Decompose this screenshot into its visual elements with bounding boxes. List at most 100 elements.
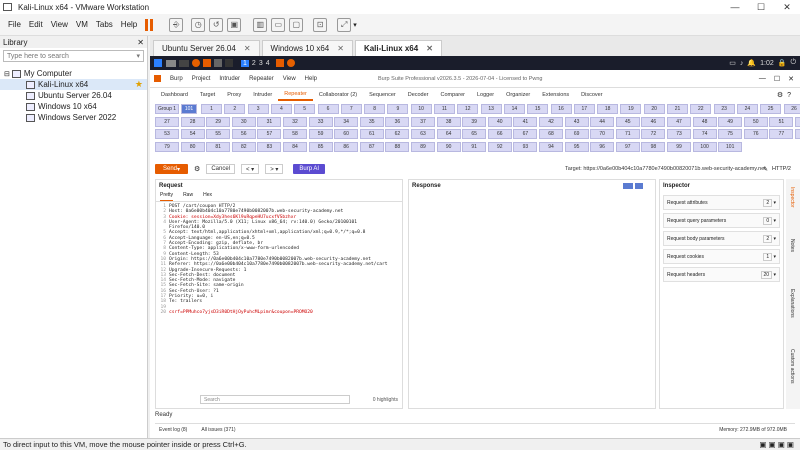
event-log-link[interactable]: Event log (8) [159,427,187,433]
repeater-tab-83[interactable]: 83 [257,141,282,152]
workspace-3[interactable]: 3 [259,60,263,67]
burp-menu-view[interactable]: View [283,76,296,82]
tab-target[interactable]: Target [194,89,221,101]
http-version[interactable]: HTTP/2 [772,166,791,172]
workspace-4[interactable]: 4 [266,60,270,67]
repeater-tab-51[interactable]: 51 [769,116,794,127]
repeater-tab-37[interactable]: 37 [411,116,435,127]
send-ctrl-alt-del-icon[interactable]: ⎆ [169,17,184,32]
repeater-tab-47[interactable]: 47 [667,116,691,127]
burp-menu-help[interactable]: Help [305,76,317,82]
pause-icon[interactable] [145,18,149,31]
repeater-tab-13[interactable]: 13 [480,104,502,114]
repeater-tab-89[interactable]: 89 [411,141,435,152]
repeater-tab-15[interactable]: 15 [527,104,549,114]
stretch-icon[interactable]: ⤢ [337,17,352,32]
tab-sequencer[interactable]: Sequencer [363,89,402,101]
vm-tab-kali[interactable]: Kali-Linux x64 ✕ [354,40,442,56]
tree-node-win10[interactable]: Windows 10 x64 [0,101,147,112]
minimize-button[interactable]: — [722,2,748,12]
repeater-tab-62[interactable]: 62 [385,129,410,139]
chevron-down-icon[interactable]: ▾ [772,218,776,224]
repeater-tab-66[interactable]: 66 [487,129,512,139]
repeater-tab-67[interactable]: 67 [513,129,538,139]
repeater-tab-34[interactable]: 34 [334,116,359,127]
repeater-tab-7[interactable]: 7 [340,104,362,114]
layout-toggle-icon[interactable] [635,183,643,189]
repeater-tab-44[interactable]: 44 [590,116,615,127]
repeater-tab-48[interactable]: 48 [692,116,717,127]
burp-menu-burp[interactable]: Burp [170,76,183,82]
repeater-tab-26[interactable]: 26 [783,104,800,114]
repeater-tab-85[interactable]: 85 [308,141,333,152]
subtab-pretty[interactable]: Pretty [160,192,174,201]
repeater-tab-22[interactable]: 22 [690,104,712,114]
tree-node-my-computer[interactable]: ⊟ My Computer [0,68,147,79]
tab-organizer[interactable]: Organizer [500,89,536,101]
burp-task-icon[interactable] [275,59,284,67]
request-line[interactable]: 20 csrf=PPMuhco7yjsD3iR0DtHjOyPuhcMLpimr&… [158,310,400,315]
help-icon[interactable]: ? [787,92,791,99]
app-icon[interactable] [225,59,233,67]
target-label[interactable]: Target: https://0a6e00b404c10a7780e7490b… [565,166,766,172]
repeater-tab-61[interactable]: 61 [359,129,384,139]
repeater-tab-23[interactable]: 23 [713,104,735,114]
inspector-row[interactable]: Request headers 20 ▾ [663,267,780,282]
inspector-row[interactable]: Request body parameters 2 ▾ [663,231,780,246]
tab-comparer[interactable]: Comparer [435,89,471,101]
library-search-input[interactable]: Type here to search ▾ [3,50,144,62]
repeater-tab-42[interactable]: 42 [539,116,563,127]
subtab-hex[interactable]: Hex [203,192,212,201]
tab-logger[interactable]: Logger [471,89,500,101]
burp-maximize-button[interactable]: ☐ [774,75,780,83]
repeater-tab-60[interactable]: 60 [334,129,359,139]
repeater-tab-74[interactable]: 74 [692,129,717,139]
repeater-tab-5[interactable]: 5 [294,104,316,114]
repeater-tab-90[interactable]: 90 [436,141,461,152]
repeater-tab-20[interactable]: 20 [643,104,665,114]
repeater-tab-9[interactable]: 9 [387,104,409,114]
volume-icon[interactable]: ♪ [740,60,744,67]
repeater-tab-84[interactable]: 84 [283,141,307,152]
device-icons[interactable]: ▣ ▣ ▣ ▣ [759,440,794,449]
menu-vm[interactable]: VM [76,20,88,29]
tab-close-icon[interactable]: ✕ [426,44,433,53]
request-editor[interactable]: 1 POST /cart/coupon HTTP/2 2 Host: 0a6e00b4… [156,202,402,317]
tab-intruder[interactable]: Intruder [247,89,278,101]
repeater-tab-80[interactable]: 80 [180,141,205,152]
thumbnail-view-icon[interactable]: ▭ [271,17,286,32]
repeater-tab-46[interactable]: 46 [641,116,666,127]
repeater-tab-87[interactable]: 87 [359,141,384,152]
repeater-tab-57[interactable]: 57 [257,129,282,139]
repeater-tab-88[interactable]: 88 [385,141,410,152]
repeater-tab-75[interactable]: 75 [718,129,743,139]
repeater-tab-4[interactable]: 4 [270,104,292,114]
console-view-icon[interactable]: ⊡ [313,17,328,32]
layout-toggle-icon[interactable] [623,183,633,189]
kali-menu-icon[interactable] [154,59,162,67]
notification-icon[interactable]: 🔔 [747,59,756,67]
repeater-tab-41[interactable]: 41 [513,116,538,127]
library-close-icon[interactable]: ✕ [137,38,144,47]
repeater-tab-58[interactable]: 58 [283,129,307,139]
repeater-tab-76[interactable]: 76 [743,129,768,139]
repeater-tab-30[interactable]: 30 [231,116,256,127]
firefox-task-icon[interactable] [286,59,295,67]
tab-group-label[interactable]: Group 1 [155,104,179,114]
burp-close-button[interactable]: ✕ [788,75,794,83]
settings-gear-icon[interactable]: ⚙ [777,91,783,99]
repeater-tab-99[interactable]: 99 [667,141,691,152]
repeater-tab-8[interactable]: 8 [364,104,386,114]
revert-snapshot-icon[interactable]: ↺ [209,17,224,32]
menu-tabs[interactable]: Tabs [96,20,113,29]
chevron-down-icon[interactable]: ▾ [772,236,776,242]
app-icon[interactable] [214,59,222,67]
collapse-icon[interactable]: ⊟ [4,70,10,78]
repeater-tab-64[interactable]: 64 [436,129,461,139]
repeater-tab-38[interactable]: 38 [436,116,461,127]
tab-decoder[interactable]: Decoder [402,89,435,101]
tab-repeater[interactable]: Repeater [278,89,313,101]
tree-node-ubuntu[interactable]: Ubuntu Server 26.04 [0,90,147,101]
repeater-tab-92[interactable]: 92 [487,141,512,152]
repeater-tab-16[interactable]: 16 [550,104,572,114]
